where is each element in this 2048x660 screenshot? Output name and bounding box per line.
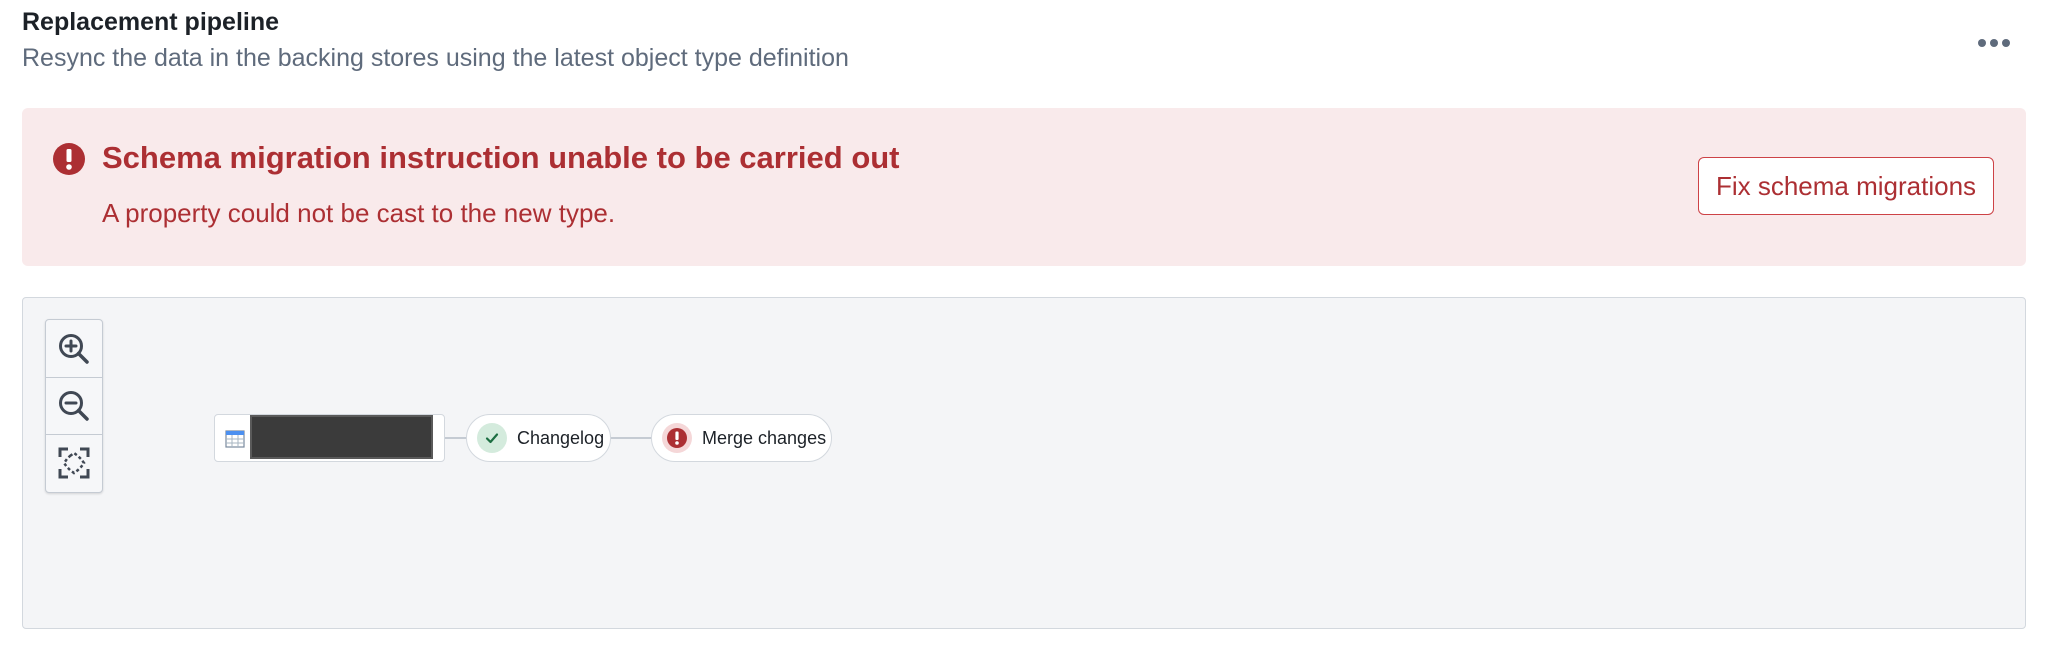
zoom-in-icon	[59, 333, 89, 364]
graph-edge	[611, 437, 651, 439]
fix-schema-migrations-button[interactable]: Fix schema migrations	[1698, 157, 1994, 215]
node-label: Merge changes	[702, 427, 827, 448]
replacement-pipeline-panel: Replacement pipeline Resync the data in …	[0, 0, 2048, 660]
changelog-node[interactable]: Changelog	[466, 414, 611, 462]
table-icon	[225, 430, 245, 448]
pipeline-graph-canvas[interactable]: Changelog Merge changes	[22, 297, 2026, 629]
error-title: Schema migration instruction unable to b…	[102, 140, 900, 175]
tick-icon	[485, 433, 499, 444]
zoom-to-fit-icon	[58, 447, 90, 479]
page-subtitle: Resync the data in the backing stores us…	[22, 44, 849, 72]
graph-edge	[445, 437, 466, 439]
success-status	[477, 423, 507, 453]
error-status	[662, 423, 692, 453]
error-icon	[667, 428, 687, 448]
page-title: Replacement pipeline	[22, 8, 280, 36]
error-callout: Schema migration instruction unable to b…	[22, 108, 2026, 266]
error-message: A property could not be cast to the new …	[102, 198, 616, 228]
zoom-out-icon	[59, 391, 89, 421]
zoom-out-button[interactable]	[46, 377, 102, 434]
more-options-button[interactable]	[1972, 28, 2016, 58]
merge-changes-node[interactable]: Merge changes	[651, 414, 832, 462]
dataset-name-redacted	[250, 415, 433, 459]
zoom-to-fit-button[interactable]	[46, 434, 102, 491]
node-label: Changelog	[517, 427, 605, 448]
more-horizontal-icon	[1978, 39, 2010, 47]
zoom-in-button[interactable]	[46, 320, 102, 377]
zoom-controls	[45, 319, 103, 493]
dataset-node[interactable]	[214, 414, 445, 462]
error-icon	[53, 143, 85, 175]
